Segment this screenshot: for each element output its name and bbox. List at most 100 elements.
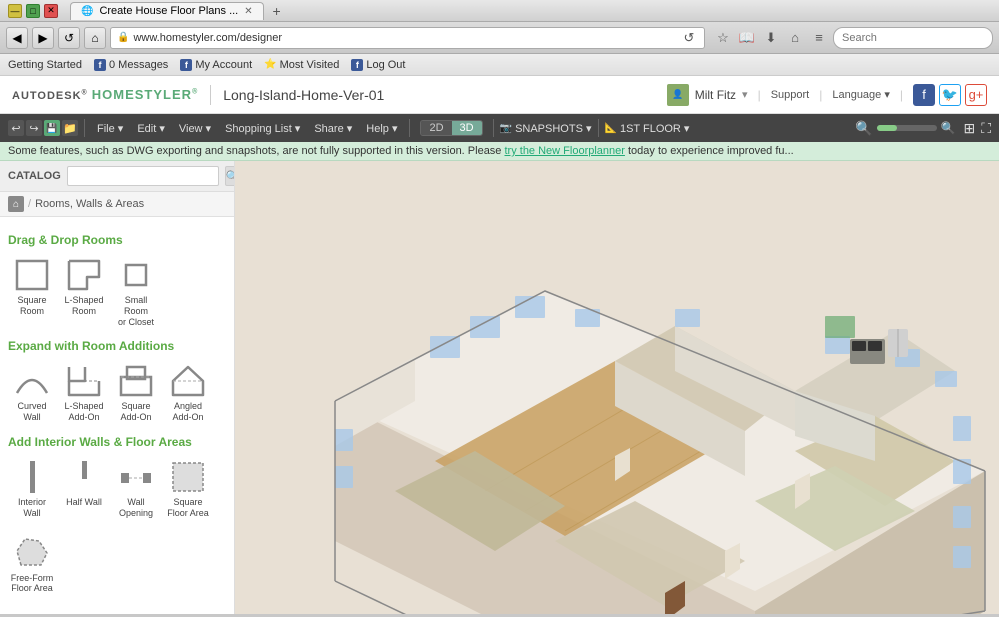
social-icons: f 🐦 g+ (913, 84, 987, 106)
fullscreen-icon[interactable]: ⛶ (981, 120, 991, 137)
curved-wall-label: Curved Wall (10, 401, 54, 423)
facebook-share-icon[interactable]: f (913, 84, 935, 106)
toolbar-right: 🔍 🔍 ⊞ ⛶ (855, 120, 991, 137)
project-name: Long-Island-Home-Ver-01 (223, 87, 384, 103)
l-shaped-addon-shape (65, 365, 103, 397)
zoom-out-icon[interactable]: 🔍 (855, 120, 872, 137)
interior-wall-item[interactable]: InteriorWall (8, 455, 56, 523)
wall-opening-icon (116, 459, 156, 495)
square-addon-item[interactable]: SquareAdd-On (112, 359, 160, 427)
freeform-grid: Free-FormFloor Area (8, 531, 226, 599)
maximize-button[interactable]: □ (26, 4, 40, 18)
wall-opening-label: WallOpening (119, 497, 153, 519)
reading-list-icon[interactable]: 📖 (737, 28, 757, 48)
notice-text: Some features, such as DWG exporting and… (8, 145, 504, 157)
bookmark-most-visited[interactable]: ⭐ Most Visited (264, 59, 339, 71)
square-floor-area-item[interactable]: SquareFloor Area (164, 455, 212, 523)
browser-tabs: 🌐 Create House Floor Plans ... ✕ + (70, 2, 286, 20)
zoom-in-icon[interactable]: 🔍 (941, 121, 956, 135)
l-shaped-room-item[interactable]: L-ShapedRoom (60, 253, 108, 331)
reload-icon[interactable]: ↺ (680, 29, 698, 47)
fit-screen-icon[interactable]: ⊞ (963, 120, 975, 137)
share-menu[interactable]: Share ▾ (308, 117, 358, 139)
forward-button[interactable]: ▶ (32, 27, 54, 49)
l-shaped-room-icon (64, 257, 104, 293)
view-menu[interactable]: View ▾ (173, 117, 217, 139)
notice-bar: Some features, such as DWG exporting and… (0, 142, 999, 161)
half-wall-icon (64, 459, 104, 495)
sidebar: CATALOG 🔍 ⌂ / Rooms, Walls & Areas Drag … (0, 161, 235, 614)
catalog-header: CATALOG 🔍 (0, 161, 234, 192)
language-selector[interactable]: Language ▾ (832, 88, 890, 101)
refresh-button[interactable]: ↺ (58, 27, 80, 49)
bookmark-star-icon[interactable]: ☆ (713, 28, 733, 48)
facebook-icon-2: f (180, 59, 192, 71)
bookmarks-bar: Getting Started f 0 Messages f My Accoun… (0, 54, 999, 76)
home-button[interactable]: ⌂ (84, 27, 106, 49)
logout-label: Log Out (366, 59, 405, 71)
tab-close-icon[interactable]: ✕ (244, 6, 252, 17)
undo-icon[interactable]: ↩ (8, 120, 24, 136)
google-share-icon[interactable]: g+ (965, 84, 987, 106)
toolbar-sep-3 (493, 119, 494, 137)
zoom-slider[interactable] (877, 125, 937, 131)
download-icon[interactable]: ⬇ (761, 28, 781, 48)
square-room-label: SquareRoom (17, 295, 46, 317)
file-menu[interactable]: File ▾ (91, 117, 129, 139)
facebook-icon: f (94, 59, 106, 71)
back-button[interactable]: ◀ (6, 27, 28, 49)
save-icon[interactable]: 💾 (44, 120, 60, 136)
freeform-floor-area-item[interactable]: Free-FormFloor Area (8, 531, 56, 599)
2d-view-button[interactable]: 2D (421, 121, 451, 135)
catalog-content: Drag & Drop Rooms SquareRoom (0, 217, 234, 614)
twitter-share-icon[interactable]: 🐦 (939, 84, 961, 106)
small-room-shape (117, 259, 155, 291)
menu-icon[interactable]: ≡ (809, 28, 829, 48)
interior-wall-label: InteriorWall (18, 497, 46, 519)
freeform-floor-area-label: Free-FormFloor Area (11, 573, 54, 595)
square-room-item[interactable]: SquareRoom (8, 253, 56, 331)
curved-wall-shape (13, 365, 51, 397)
home-nav-icon[interactable]: ⌂ (8, 196, 24, 212)
close-button[interactable]: ✕ (44, 4, 58, 18)
help-menu[interactable]: Help ▾ (360, 117, 403, 139)
notice-link[interactable]: try the New Floorplanner (504, 145, 624, 157)
active-tab[interactable]: 🌐 Create House Floor Plans ... ✕ (70, 2, 264, 20)
snapshots-button[interactable]: 📷 SNAPSHOTS ▾ (500, 122, 592, 135)
home-icon[interactable]: ⌂ (785, 28, 805, 48)
wall-opening-item[interactable]: WallOpening (112, 455, 160, 523)
bookmark-my-account[interactable]: f My Account (180, 59, 252, 71)
canvas-area[interactable] (235, 161, 999, 614)
square-addon-icon (116, 363, 156, 399)
bookmark-messages[interactable]: f 0 Messages (94, 59, 168, 71)
messages-label: 0 Messages (109, 59, 168, 71)
minimize-button[interactable]: — (8, 4, 22, 18)
folder-icon[interactable]: 📁 (62, 120, 78, 136)
edit-menu[interactable]: Edit ▾ (131, 117, 171, 139)
shopping-list-menu[interactable]: Shopping List ▾ (219, 117, 306, 139)
catalog-label: CATALOG (8, 170, 61, 182)
3d-view-button[interactable]: 3D (452, 121, 482, 135)
freeform-floor-area-shape (13, 535, 51, 571)
l-shaped-addon-item[interactable]: L-ShapedAdd-On (60, 359, 108, 427)
square-floor-area-shape (169, 459, 207, 495)
section-title-walls: Add Interior Walls & Floor Areas (8, 435, 226, 449)
half-wall-item[interactable]: Half Wall (60, 455, 108, 523)
bookmark-logout[interactable]: f Log Out (351, 59, 405, 71)
floor-selector[interactable]: 📐 1ST FLOOR ▾ (605, 122, 690, 135)
square-addon-shape (117, 365, 155, 397)
browser-toolbar: ◀ ▶ ↺ ⌂ 🔒 ↺ ☆ 📖 ⬇ ⌂ ≡ (0, 22, 999, 54)
toolbar-sep-2 (409, 119, 410, 137)
catalog-search-button[interactable]: 🔍 (225, 166, 235, 186)
bookmark-getting-started[interactable]: Getting Started (8, 59, 82, 71)
redo-icon[interactable]: ↪ (26, 120, 42, 136)
small-room-item[interactable]: Small Roomor Closet (112, 253, 160, 331)
new-tab-button[interactable]: + (268, 2, 286, 20)
curved-wall-item[interactable]: Curved Wall (8, 359, 56, 427)
angled-addon-item[interactable]: AngledAdd-On (164, 359, 212, 427)
url-input[interactable] (133, 32, 676, 44)
support-link[interactable]: Support (771, 89, 810, 101)
catalog-search-input[interactable] (67, 166, 219, 186)
search-input[interactable] (833, 27, 993, 49)
small-room-label: Small Roomor Closet (114, 295, 158, 327)
